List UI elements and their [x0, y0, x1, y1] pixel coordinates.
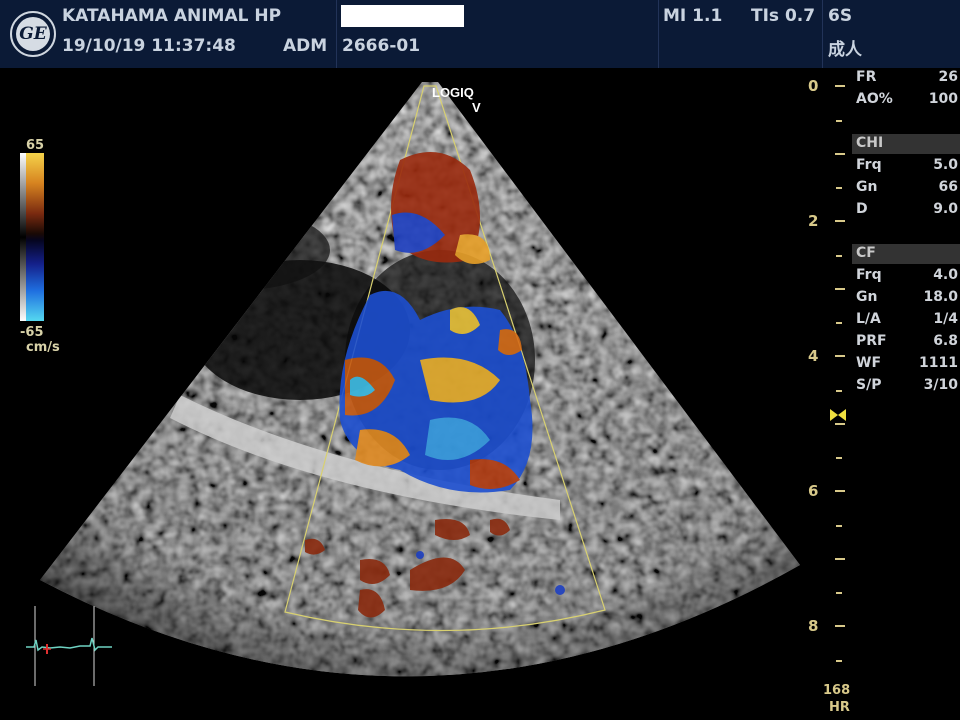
clinic-name: KATAHAMA ANIMAL HP [62, 6, 282, 26]
ge-logo-text: GE [16, 17, 50, 51]
heart-rate-value: 168 [823, 683, 851, 698]
depth-major-tick [835, 422, 845, 425]
header-divider [336, 0, 337, 68]
depth-major-tick [835, 625, 845, 627]
fr-value: 26 [938, 69, 958, 85]
depth-minor-tick [836, 592, 842, 595]
depth-major-tick [835, 557, 845, 560]
ao-label: AO% [856, 91, 893, 107]
depth-minor-tick [836, 254, 842, 257]
depth-label-0: 0 [808, 77, 819, 95]
probe-name: 6S [828, 6, 853, 26]
velocity-min-label: -65 [20, 325, 44, 340]
cf-gn-label: Gn [856, 289, 878, 305]
chi-frq-value: 5.0 [933, 157, 958, 173]
depth-minor-tick [836, 659, 842, 662]
velocity-color-scale [20, 153, 44, 321]
cf-gn-value: 18.0 [923, 289, 958, 305]
depth-major-tick [835, 152, 845, 155]
header-divider [658, 0, 659, 68]
depth-minor-tick [836, 524, 842, 527]
operator-id: ADM [283, 36, 328, 56]
redacted-patient-name [341, 5, 464, 27]
la-label: L/A [856, 311, 881, 327]
header-divider [822, 0, 823, 68]
exam-datetime: 19/10/19 11:37:48 [62, 36, 236, 56]
depth-minor-tick [836, 322, 842, 325]
cf-label: CF [856, 245, 876, 261]
wf-label: WF [856, 355, 882, 371]
depth-major-tick [835, 355, 845, 357]
depth-label-6: 6 [808, 482, 819, 500]
cf-frq-value: 4.0 [933, 267, 958, 283]
depth-minor-tick [836, 457, 842, 460]
patient-id: 2666-01 [342, 36, 421, 56]
depth-label-8: 8 [808, 617, 819, 635]
depth-major-tick [835, 287, 845, 290]
ao-value: 100 [928, 91, 958, 107]
ge-logo: GE [10, 11, 56, 57]
depth-minor-tick [836, 187, 842, 190]
depth-label-4: 4 [808, 347, 819, 365]
mechanical-index: MI 1.1 [663, 6, 723, 26]
depth-major-tick [835, 85, 845, 87]
heart-rate-label: HR [829, 700, 850, 715]
chi-d-label: D [856, 201, 868, 217]
velocity-unit-label: cm/s [26, 340, 60, 355]
cf-frq-label: Frq [856, 267, 882, 283]
depth-minor-tick [836, 389, 842, 392]
exam-preset: 成人 [828, 40, 862, 60]
chi-gn-label: Gn [856, 179, 878, 195]
velocity-max-label: 65 [26, 138, 45, 153]
header-bar: GE KATAHAMA ANIMAL HP 19/10/19 11:37:48 … [0, 0, 960, 68]
chi-frq-label: Frq [856, 157, 882, 173]
cf-section-header[interactable]: CF [852, 244, 960, 264]
fr-label: FR [856, 69, 877, 85]
depth-label-2: 2 [808, 212, 819, 230]
la-value: 1/4 [933, 311, 958, 327]
prf-label: PRF [856, 333, 887, 349]
focus-marker-icon[interactable] [829, 408, 847, 422]
depth-major-tick [835, 490, 845, 492]
thermal-index: TIs 0.7 [751, 6, 816, 26]
chi-gn-value: 66 [938, 179, 958, 195]
chi-section-header[interactable]: CHI [852, 134, 960, 154]
depth-minor-tick [836, 119, 842, 122]
logiq-brand-sub: V [472, 100, 481, 115]
chi-label: CHI [856, 135, 884, 151]
logiq-brand: LOGIQ [432, 85, 474, 100]
wf-value: 1111 [919, 355, 958, 371]
sp-value: 3/10 [923, 377, 958, 393]
velocity-color-bar [26, 153, 44, 321]
ultrasound-image[interactable]: LOGIQ V [0, 68, 840, 720]
prf-value: 6.8 [933, 333, 958, 349]
ecg-trace [26, 606, 112, 686]
sp-label: S/P [856, 377, 882, 393]
depth-major-tick [835, 220, 845, 222]
chi-d-value: 9.0 [933, 201, 958, 217]
